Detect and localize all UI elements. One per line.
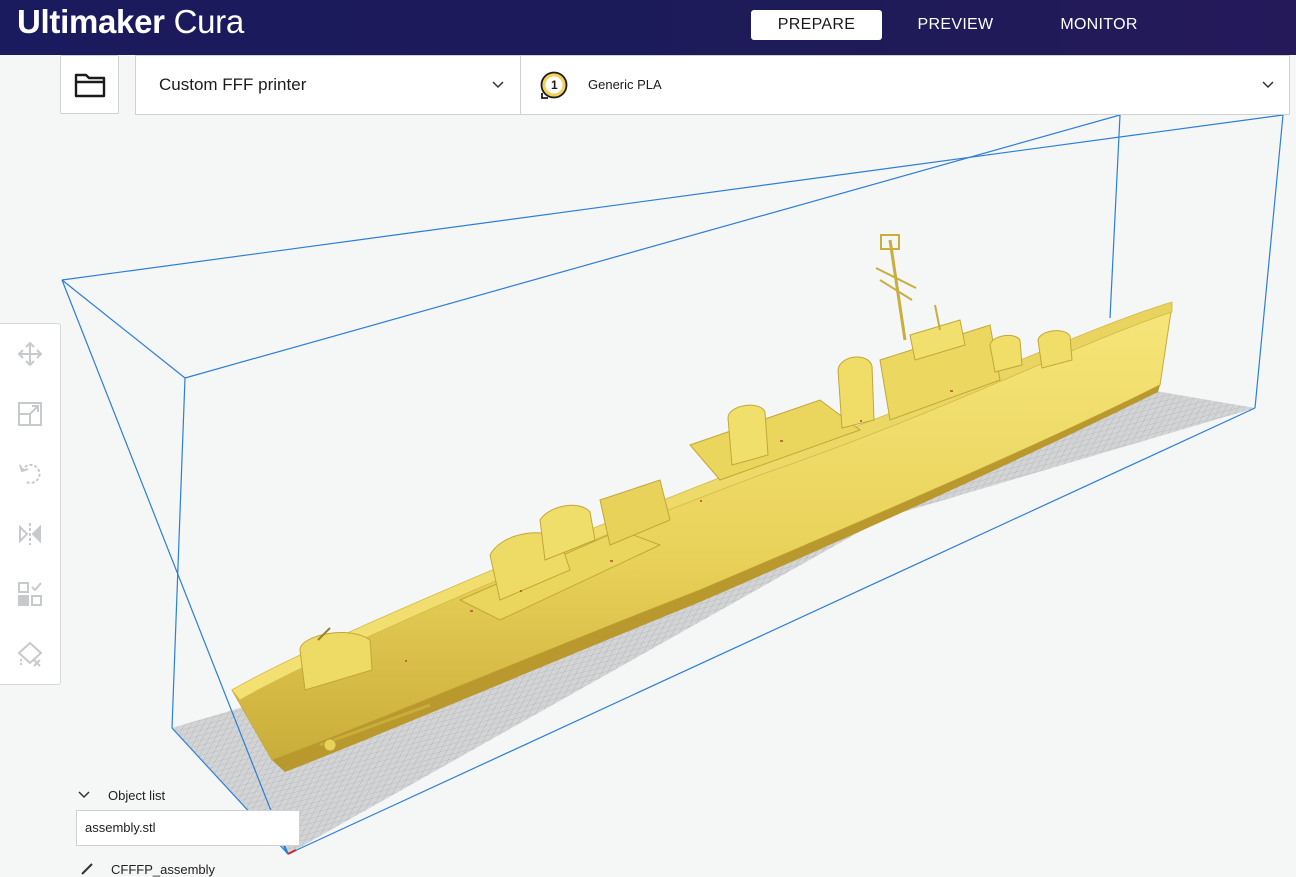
app-logo: Ultimaker Cura — [17, 3, 244, 41]
tool-panel — [0, 323, 61, 685]
tab-prepare[interactable]: PREPARE — [751, 10, 882, 40]
per-model-settings-icon — [18, 582, 42, 606]
logo-light: Cura — [173, 3, 245, 40]
object-list-item[interactable]: assembly.stl — [76, 810, 300, 846]
extruder-number: 1 — [551, 78, 558, 92]
per-model-settings-tool[interactable] — [15, 579, 45, 609]
scale-tool[interactable] — [15, 399, 45, 429]
mirror-icon — [19, 523, 41, 545]
mirror-tool[interactable] — [15, 519, 45, 549]
chevron-down-icon — [78, 791, 90, 799]
folder-icon — [74, 73, 105, 97]
move-icon — [17, 341, 43, 367]
move-tool[interactable] — [15, 339, 45, 369]
pencil-icon — [81, 863, 93, 875]
logo-bold: Ultimaker — [17, 3, 165, 40]
rotate-icon — [19, 463, 41, 484]
material-name: Generic PLA — [588, 77, 662, 92]
scale-icon — [18, 402, 42, 426]
tab-preview[interactable]: PREVIEW — [905, 10, 1006, 40]
job-name: CFFFP_assembly — [111, 862, 216, 877]
header-bar: Ultimaker Cura PREPARE PREVIEW MONITOR — [0, 0, 1296, 55]
printer-selector[interactable]: Custom FFF printer — [135, 55, 521, 115]
ship-model[interactable] — [231, 234, 1173, 772]
chevron-down-icon — [492, 81, 504, 89]
support-blocker-icon — [17, 641, 43, 667]
printer-name: Custom FFF printer — [159, 75, 307, 94]
chevron-down-icon — [1262, 81, 1274, 89]
object-list-label: Object list — [108, 788, 166, 803]
material-selector[interactable]: 1 Generic PLA — [520, 55, 1290, 115]
support-blocker-tool[interactable] — [15, 639, 45, 669]
open-file-button[interactable] — [60, 55, 119, 114]
rotate-tool[interactable] — [15, 459, 45, 489]
3d-viewport[interactable] — [0, 55, 1296, 872]
tab-monitor[interactable]: MONITOR — [1046, 10, 1152, 40]
